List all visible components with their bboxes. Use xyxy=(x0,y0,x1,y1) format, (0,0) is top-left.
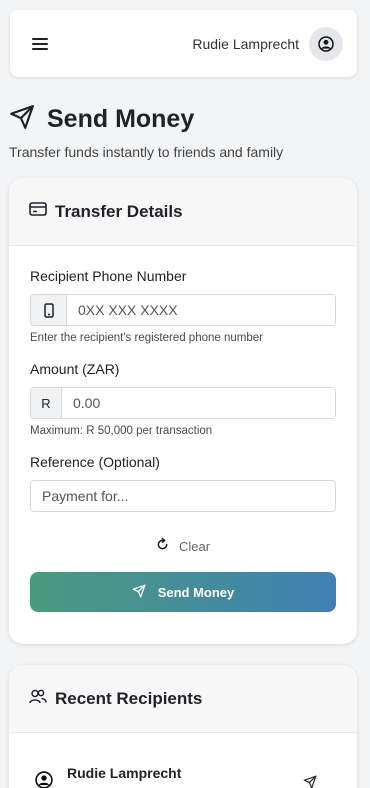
page-header: Send Money Transfer funds instantly to f… xyxy=(9,104,359,160)
send-money-button[interactable]: Send Money xyxy=(30,572,336,612)
transfer-details-card: Transfer Details Recipient Phone Number … xyxy=(9,178,357,644)
reference-input[interactable] xyxy=(30,480,336,512)
clear-label: Clear xyxy=(178,538,211,554)
user-circle-icon xyxy=(35,771,53,788)
transfer-form: Recipient Phone Number Enter the recipie… xyxy=(9,246,357,632)
clear-button[interactable]: Clear xyxy=(30,531,336,561)
page-subtitle: Transfer funds instantly to friends and … xyxy=(9,144,284,160)
phone-input-group xyxy=(30,294,336,326)
amount-label: Amount (ZAR) xyxy=(30,361,120,377)
phone-help-text: Enter the recipient's registered phone n… xyxy=(30,332,263,344)
amount-help-text: Maximum: R 50,000 per transaction xyxy=(30,425,213,437)
refresh-icon xyxy=(156,537,169,554)
credit-card-icon xyxy=(29,202,47,221)
card-title: Transfer Details xyxy=(55,201,183,221)
send-icon xyxy=(132,584,146,601)
phone-input[interactable] xyxy=(67,295,335,325)
card-header: Transfer Details xyxy=(9,178,357,246)
phone-icon xyxy=(31,295,67,325)
card-header: Recent Recipients xyxy=(9,665,357,733)
user-menu[interactable]: Rudie Lamprecht xyxy=(192,26,343,61)
recipient-name: Rudie Lamprecht xyxy=(67,765,182,781)
recent-recipients-card: Recent Recipients Rudie Lamprecht xyxy=(9,665,357,788)
send-money-label: Send Money xyxy=(157,584,235,600)
page-title: Send Money xyxy=(47,105,195,133)
top-bar: Rudie Lamprecht xyxy=(10,10,357,77)
user-circle-icon[interactable] xyxy=(309,26,343,61)
menu-icon[interactable] xyxy=(32,37,48,50)
card-title: Recent Recipients xyxy=(55,688,203,708)
amount-input-group: R xyxy=(30,387,336,419)
phone-label: Recipient Phone Number xyxy=(30,268,187,284)
amount-input[interactable] xyxy=(62,388,335,418)
send-icon[interactable] xyxy=(303,775,317,788)
recipient-item[interactable]: Rudie Lamprecht xyxy=(9,733,357,788)
user-name: Rudie Lamprecht xyxy=(192,35,299,52)
users-icon xyxy=(29,689,47,709)
currency-prefix: R xyxy=(31,388,62,418)
send-icon xyxy=(9,104,35,135)
reference-label: Reference (Optional) xyxy=(30,454,160,470)
